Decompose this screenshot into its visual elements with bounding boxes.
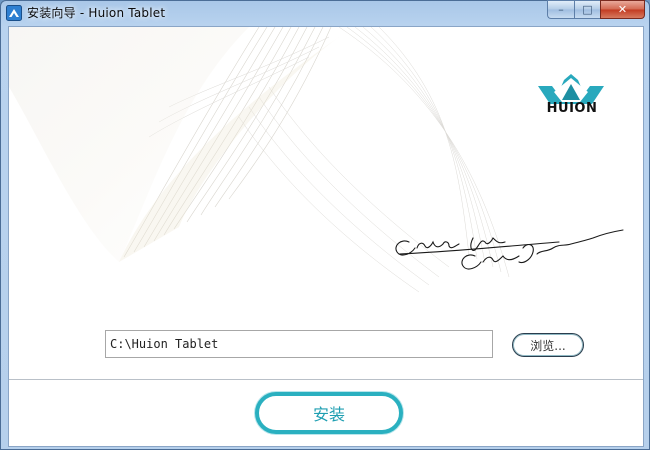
install-path-input[interactable] xyxy=(105,330,493,358)
brand-logo-text: HUION xyxy=(546,101,598,116)
browse-button[interactable]: 浏览... xyxy=(512,333,584,357)
installer-content: HUION 浏览... 安装 xyxy=(8,26,644,447)
close-button[interactable]: ✕ xyxy=(600,0,645,19)
window-title: 安装向导 - Huion Tablet xyxy=(27,6,166,20)
install-button[interactable]: 安装 xyxy=(255,392,403,434)
title-bar[interactable]: 安装向导 - Huion Tablet – □ ✕ xyxy=(1,0,649,25)
close-icon: ✕ xyxy=(617,3,628,16)
minimize-icon: – xyxy=(558,3,564,16)
slogan-signature-art xyxy=(395,229,624,270)
installer-app-icon xyxy=(6,5,22,21)
maximize-icon: □ xyxy=(582,3,593,16)
installer-window: 安装向导 - Huion Tablet – □ ✕ HUION C:\Huion… xyxy=(0,0,650,450)
caption-buttons: – □ ✕ xyxy=(547,0,645,20)
minimize-button[interactable]: – xyxy=(547,0,574,19)
maximize-button[interactable]: □ xyxy=(574,0,600,19)
